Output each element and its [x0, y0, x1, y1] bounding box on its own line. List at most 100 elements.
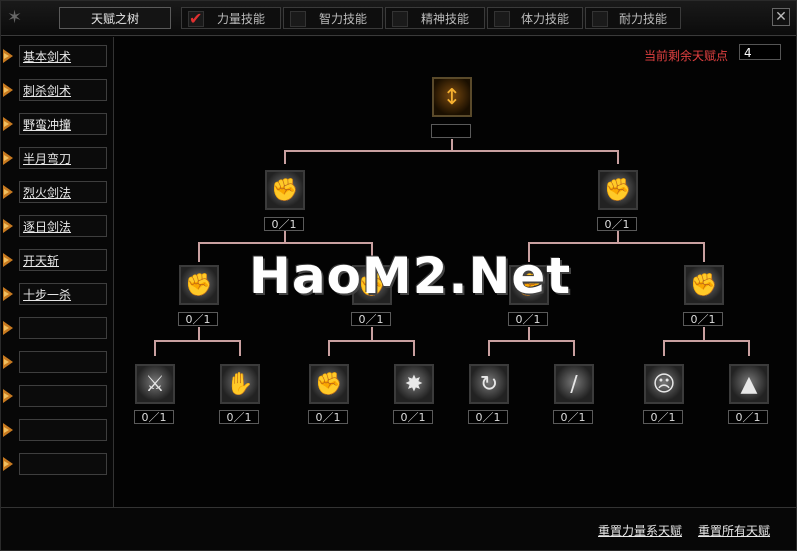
arrow-icon [3, 185, 13, 199]
tab-checkbox-strength[interactable] [188, 8, 204, 30]
talent-node-l3-2[interactable]: ✋ [220, 364, 260, 404]
tab-vitality-skills[interactable]: 体力技能 [487, 7, 583, 29]
talent-count: 0／1 [308, 410, 348, 424]
sidebar-item-empty[interactable] [1, 419, 109, 441]
tree-connector [328, 340, 330, 356]
tab-spirit-skills[interactable]: 精神技能 [385, 7, 485, 29]
blade-slash-icon: ∕ [570, 372, 578, 397]
tab-checkbox-intelligence[interactable] [290, 11, 306, 27]
sidebar-item-empty[interactable] [1, 453, 109, 475]
bottom-bar: 重置力量系天赋 重置所有天赋 [1, 507, 796, 550]
talent-node-l1-1[interactable]: ✊ [265, 170, 305, 210]
tree-connector [154, 340, 241, 342]
tree-connector [328, 340, 415, 342]
talent-node-l3-4[interactable]: ✸ [394, 364, 434, 404]
talent-node-l3-5[interactable]: ↻ [469, 364, 509, 404]
sidebar-item-label: 逐日剑法 [23, 220, 72, 234]
reset-all-talents-link[interactable]: 重置所有天赋 [698, 522, 770, 539]
arrow-icon [3, 389, 13, 403]
fist-icon: ✊ [690, 273, 718, 298]
talent-node-l3-7[interactable]: ☹ [644, 364, 684, 404]
arrow-icon [3, 457, 13, 471]
sidebar-item-empty[interactable] [1, 385, 109, 407]
reset-strength-talents-link[interactable]: 重置力量系天赋 [598, 522, 682, 539]
talent-node-l2-1[interactable]: ✊ [179, 265, 219, 305]
talent-root-node[interactable]: ↕ [432, 77, 472, 117]
tab-talent-tree[interactable]: 天赋之树 [59, 7, 171, 29]
talent-node-l3-1[interactable]: ⚔ [135, 364, 175, 404]
tree-connector [198, 242, 200, 262]
sidebar-item-assassinate[interactable]: 刺杀剑术 [1, 79, 109, 101]
talent-count: 0／1 [508, 312, 548, 326]
tree-connector [573, 340, 575, 356]
game-logo-icon: ✶ [7, 7, 23, 28]
sidebar-item-ten-step-kill[interactable]: 十步一杀 [1, 283, 109, 305]
tree-connector [371, 327, 373, 341]
talent-node-l3-3[interactable]: ✊ [309, 364, 349, 404]
sidebar-item-half-moon[interactable]: 半月弯刀 [1, 147, 109, 169]
sidebar-item-empty[interactable] [1, 317, 109, 339]
remaining-points-label: 当前剩余天赋点 [644, 49, 729, 63]
tree-connector [663, 340, 665, 356]
tree-connector [239, 340, 241, 356]
fist-icon: ✊ [315, 372, 343, 397]
watermark: HaoM2.Net [249, 247, 572, 305]
sidebar-item-sun-chaser[interactable]: 逐日剑法 [1, 215, 109, 237]
warrior-strike-icon: ⚔ [145, 372, 165, 397]
sidebar-item-box [19, 317, 107, 339]
arrow-icon [3, 151, 13, 165]
tab-label: 耐力技能 [618, 12, 667, 26]
talent-count: 0／1 [178, 312, 218, 326]
tree-connector [703, 327, 705, 341]
sidebar-item-label: 开天斩 [23, 254, 60, 268]
arrow-icon [3, 253, 13, 267]
sword-up-icon: ↕ [442, 85, 462, 110]
tree-connector [663, 340, 750, 342]
skill-sidebar: 基本剑术 刺杀剑术 野蛮冲撞 半月弯刀 烈火剑法 逐日剑法 开天斩 十步一杀 [1, 37, 114, 507]
tab-endurance-skills[interactable]: 耐力技能 [585, 7, 681, 29]
talent-count: 0／1 [351, 312, 391, 326]
sidebar-item-basic-swordsmanship[interactable]: 基本剑术 [1, 45, 109, 67]
sidebar-item-savage-charge[interactable]: 野蛮冲撞 [1, 113, 109, 135]
talent-count: 0／1 [134, 410, 174, 424]
tab-checkbox-endurance[interactable] [592, 11, 608, 27]
sidebar-item-flaming-sword[interactable]: 烈火剑法 [1, 181, 109, 203]
talent-count: 0／1 [553, 410, 593, 424]
tree-connector [198, 327, 200, 341]
talent-count: 0／1 [643, 410, 683, 424]
tab-label: 智力技能 [318, 12, 367, 26]
arrow-icon [3, 423, 13, 437]
tab-label: 体力技能 [520, 12, 569, 26]
top-bar: ✶ 天赋之树 力量技能 智力技能 精神技能 体力技能 耐力技能 ✕ [1, 1, 796, 36]
sidebar-item-empty[interactable] [1, 351, 109, 373]
talent-count: 0／1 [597, 217, 637, 231]
tree-connector [413, 340, 415, 356]
talent-count: 0／1 [468, 410, 508, 424]
energy-palm-icon: ✋ [226, 372, 254, 397]
tab-intelligence-skills[interactable]: 智力技能 [283, 7, 383, 29]
sidebar-item-label: 烈火剑法 [23, 186, 72, 200]
tab-label: 天赋之树 [90, 12, 139, 26]
sidebar-item-box [19, 385, 107, 407]
talent-node-l1-2[interactable]: ✊ [598, 170, 638, 210]
talent-window: ✶ 天赋之树 力量技能 智力技能 精神技能 体力技能 耐力技能 ✕ 基本剑术 [0, 0, 797, 551]
tree-connector [528, 242, 705, 244]
talent-count: 0／1 [393, 410, 433, 424]
talent-count: 0／1 [728, 410, 768, 424]
talent-root-count [431, 124, 471, 138]
talent-node-l2-4[interactable]: ✊ [684, 265, 724, 305]
shadow-figures-icon: ☹ [652, 372, 676, 397]
close-button[interactable]: ✕ [772, 8, 790, 26]
tab-strength-skills[interactable]: 力量技能 [181, 7, 281, 30]
power-fist-icon: ✊ [604, 178, 632, 203]
tree-connector [617, 150, 619, 164]
tab-checkbox-vitality[interactable] [494, 11, 510, 27]
sidebar-item-sky-splitter[interactable]: 开天斩 [1, 249, 109, 271]
talent-node-l3-8[interactable]: ▲ [729, 364, 769, 404]
rock-shard-icon: ▲ [740, 372, 758, 397]
close-icon: ✕ [775, 9, 787, 25]
talent-node-l3-6[interactable]: ∕ [554, 364, 594, 404]
tab-checkbox-spirit[interactable] [392, 11, 408, 27]
power-fist-icon: ✊ [271, 178, 299, 203]
tree-connector [528, 327, 530, 341]
